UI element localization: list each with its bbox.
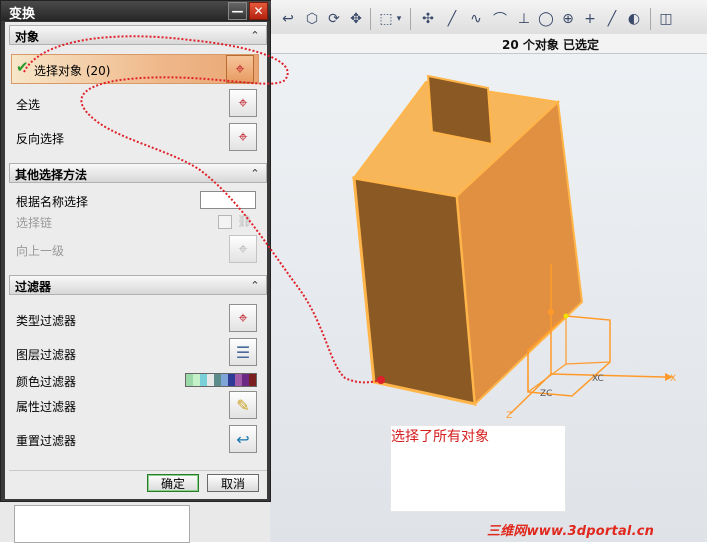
tag-icon: ✎ — [236, 395, 250, 415]
layer-stack-icon: ☰ — [235, 342, 251, 362]
select-chain-checkbox[interactable] — [218, 215, 232, 229]
invert-selection-icon: ⌖ — [238, 127, 248, 146]
by-name-input[interactable] — [200, 191, 256, 209]
undo-icon[interactable]: ↩ — [278, 9, 298, 29]
select-object-label: 选择对象 (20) — [34, 64, 111, 78]
axis-zc-label: ZC — [540, 389, 552, 399]
part-navigator-pane — [0, 500, 270, 543]
select-object-row[interactable]: ✔ 选择对象 (20) ⌖ — [11, 54, 259, 84]
chain-icon: ⛓ — [237, 214, 253, 228]
rotate-view-icon[interactable]: ⟳ — [324, 9, 344, 29]
dialog-title: 变换 — [9, 7, 36, 22]
selection-status: 20 个对象 已选定 — [502, 38, 600, 52]
type-filter-row: 类型过滤器 ⌖ — [11, 304, 261, 334]
select-object-crosshair-button[interactable]: ⌖ — [226, 55, 254, 83]
status-bar: 20 个对象 已选定 — [270, 34, 707, 54]
minimize-icon[interactable]: — — [228, 2, 247, 20]
dialog-titlebar[interactable]: 变换 — ✕ — [1, 1, 271, 22]
select-box-icon[interactable]: ⬚ — [376, 9, 396, 29]
select-all-row: 全选 ⌖ — [11, 88, 261, 118]
layer-filter-label: 图层过滤器 — [16, 348, 77, 362]
transform-dialog: 变换 — ✕ 对象 ⌃ ✔ 选择对象 (20) ⌖ 全选 ⌖ 反向选择 ⌖ 其他… — [0, 0, 271, 502]
invert-selection-row: 反向选择 ⌖ — [11, 122, 261, 152]
section-other-header[interactable]: 其他选择方法 ⌃ — [9, 163, 267, 183]
reset-filter-button[interactable]: ↩ — [229, 425, 257, 453]
attribute-filter-label: 属性过滤器 — [16, 400, 77, 414]
chevron-up-icon[interactable]: ⌃ — [247, 165, 263, 181]
invert-selection-button[interactable]: ⌖ — [229, 123, 257, 151]
surface-icon[interactable]: ◐ — [624, 9, 644, 29]
up-level-button[interactable]: ⌖ — [229, 235, 257, 263]
color-filter-row: 颜色过滤器 — [11, 368, 261, 392]
section-other-label: 其他选择方法 — [15, 168, 88, 182]
chevron-up-icon[interactable]: ⌃ — [247, 277, 263, 293]
up-level-icon: ⌖ — [238, 239, 248, 258]
section-filters-label: 过滤器 — [15, 280, 52, 294]
cancel-button[interactable]: 取消 — [207, 474, 259, 492]
shaded-view-icon[interactable]: ⬡ — [302, 9, 322, 29]
tab-piece — [426, 74, 494, 146]
watermark: 三维网www.3dportal.cn — [487, 524, 655, 539]
color-filter-swatch[interactable] — [185, 373, 257, 387]
type-filter-icon: ⌖ — [238, 308, 248, 327]
move-icon[interactable]: ✣ — [418, 9, 438, 29]
axis-z-label: Z — [506, 411, 512, 421]
curve-icon[interactable]: ∿ — [466, 9, 486, 29]
cube-view-icon[interactable]: ◫ — [656, 9, 676, 29]
chevron-down-icon[interactable]: ▾ — [394, 9, 404, 29]
diagonal-icon[interactable]: ╱ — [602, 9, 622, 29]
layer-filter-row: 图层过滤器 ☰ — [11, 338, 261, 368]
dialog-body: 对象 ⌃ ✔ 选择对象 (20) ⌖ 全选 ⌖ 反向选择 ⌖ 其他选择方法 ⌃ … — [5, 22, 267, 499]
axis-xc-label: XC — [592, 374, 604, 384]
crosshair-circle-icon[interactable]: ⊕ — [558, 9, 578, 29]
reset-filter-label: 重置过滤器 — [16, 434, 77, 448]
axis-x-label: X — [670, 374, 676, 384]
select-all-label: 全选 — [16, 98, 41, 112]
ok-button[interactable]: 确定 — [147, 474, 199, 492]
invert-selection-label: 反向选择 — [16, 132, 65, 146]
type-filter-label: 类型过滤器 — [16, 314, 77, 328]
color-filter-label: 颜色过滤器 — [16, 375, 77, 389]
plus-icon[interactable]: + — [580, 9, 600, 29]
dialog-button-bar: 确定 取消 — [9, 470, 267, 496]
caption-text: 选择了所有对象 — [391, 429, 489, 445]
caption-box: 选择了所有对象 — [390, 425, 566, 512]
by-name-label: 根据名称选择 — [16, 195, 89, 209]
chevron-up-icon[interactable]: ⌃ — [247, 27, 263, 43]
box-front-face — [352, 176, 477, 406]
check-icon: ✔ — [16, 58, 29, 76]
pan-icon[interactable]: ✥ — [346, 9, 366, 29]
section-filters-header[interactable]: 过滤器 ⌃ — [9, 275, 267, 295]
attribute-filter-button[interactable]: ✎ — [229, 391, 257, 419]
attribute-filter-row: 属性过滤器 ✎ — [11, 390, 261, 420]
select-all-button[interactable]: ⌖ — [229, 89, 257, 117]
section-object-label: 对象 — [15, 30, 40, 44]
section-object-header[interactable]: 对象 ⌃ — [9, 25, 267, 45]
crosshair-icon: ⌖ — [235, 59, 245, 78]
by-name-row: 根据名称选择 — [11, 187, 261, 211]
select-chain-label: 选择链 — [16, 216, 53, 230]
navigator-list[interactable] — [14, 505, 190, 543]
circle-icon[interactable]: ◯ — [536, 9, 556, 29]
bend-icon[interactable]: ⌒ — [490, 9, 510, 29]
select-chain-row: 选择链 ⛓ — [11, 210, 261, 232]
tangent-icon[interactable]: ⊥ — [514, 9, 534, 29]
main-toolbar: ↩ ⬡ ⟳ ✥ ⬚ ▾ ✣ ╱ ∿ ⌒ ⊥ ◯ ⊕ + ╱ ◐ ◫ — [270, 0, 707, 38]
up-level-row: 向上一级 ⌖ — [11, 234, 261, 264]
layer-filter-button[interactable]: ☰ — [229, 338, 257, 366]
line-icon[interactable]: ╱ — [442, 9, 462, 29]
close-icon[interactable]: ✕ — [249, 2, 268, 20]
reset-filter-row: 重置过滤器 ↩ — [11, 424, 261, 454]
select-all-icon: ⌖ — [238, 93, 248, 112]
up-level-label: 向上一级 — [16, 244, 65, 258]
type-filter-button[interactable]: ⌖ — [229, 304, 257, 332]
reset-arrow-icon: ↩ — [236, 429, 250, 449]
